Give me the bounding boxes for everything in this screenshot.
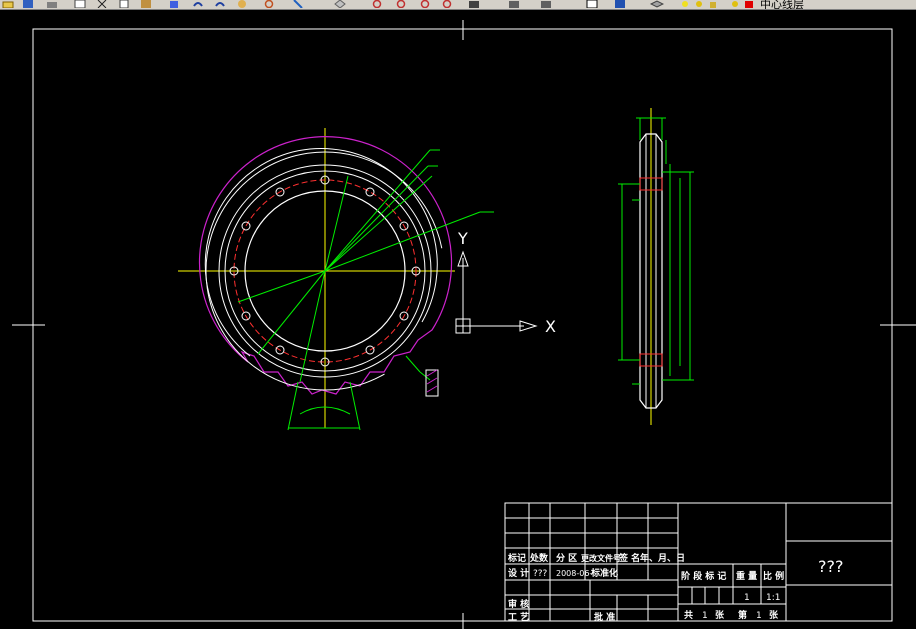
tb-header-count: 处数 bbox=[529, 552, 549, 564]
help-icon[interactable] bbox=[614, 0, 626, 8]
tb-design-label: 设 计 bbox=[508, 567, 529, 579]
tb-process-label: 工 艺 bbox=[508, 611, 529, 623]
sprocket-front-view bbox=[178, 128, 494, 431]
layer-state-icon[interactable] bbox=[468, 0, 480, 8]
zoom-previous-icon[interactable] bbox=[334, 0, 346, 8]
layer-plot-icon[interactable] bbox=[730, 0, 740, 8]
tb-header-date: 年、月、日 bbox=[640, 552, 685, 564]
ucs-icon bbox=[455, 250, 538, 334]
properties-icon[interactable] bbox=[372, 0, 384, 8]
undo-icon[interactable] bbox=[192, 0, 204, 8]
match-properties-icon[interactable] bbox=[168, 0, 180, 8]
layer-freeze-icon[interactable] bbox=[694, 0, 704, 8]
cad-toolbar: 中心线层 bbox=[0, 0, 916, 10]
tb-designer: ??? bbox=[533, 569, 548, 579]
tb-scale-header: 比 例 bbox=[763, 570, 784, 582]
cut-icon[interactable] bbox=[96, 0, 108, 8]
tb-header-change-doc: 更改文件号 bbox=[581, 553, 621, 563]
tb-drawing-name: ??? bbox=[818, 557, 843, 576]
layer-lock-icon[interactable] bbox=[708, 0, 718, 8]
tb-scale: 1:1 bbox=[766, 593, 780, 603]
tool-palette-icon[interactable] bbox=[420, 0, 432, 8]
preview-icon[interactable] bbox=[74, 0, 86, 8]
table-icon[interactable] bbox=[586, 0, 598, 8]
ucs-y-label: Y bbox=[457, 229, 468, 248]
design-center-icon[interactable] bbox=[396, 0, 408, 8]
current-layer-name[interactable]: 中心线层 bbox=[760, 0, 804, 9]
tb-stage-header: 阶 段 标 记 bbox=[681, 570, 726, 582]
tb-standardize: 标准化 bbox=[590, 567, 618, 579]
tb-date: 2008-06- bbox=[556, 569, 592, 578]
tb-quantity: 1 bbox=[744, 593, 750, 603]
pan-icon[interactable] bbox=[236, 0, 248, 8]
tb-review-label: 审 核 bbox=[508, 598, 529, 610]
tb-sheet-unit: 张 bbox=[769, 609, 779, 621]
drawing-canvas[interactable]: Y X 标记 处数 分 区 更改文件号 签 名 年、月、日 设 计 ??? 20… bbox=[0, 10, 916, 629]
zoom-window-icon[interactable] bbox=[292, 0, 304, 8]
tb-sheet-no: 1 bbox=[756, 611, 762, 621]
layer-on-icon[interactable] bbox=[680, 0, 690, 8]
layer-color-icon bbox=[744, 0, 754, 8]
tb-sheets-total-label: 共 bbox=[684, 609, 693, 621]
open-icon[interactable] bbox=[2, 0, 14, 8]
print-icon[interactable] bbox=[46, 0, 58, 8]
tb-header-mark: 标记 bbox=[507, 552, 526, 564]
centering-marks bbox=[12, 20, 916, 629]
tb-weight-header: 重 量 bbox=[736, 570, 757, 582]
tb-sheet-no-label: 第 bbox=[738, 609, 747, 621]
layer-manager-icon[interactable] bbox=[442, 0, 454, 8]
copy-icon[interactable] bbox=[118, 0, 130, 8]
ucs-x-label: X bbox=[545, 317, 556, 336]
tb-sheets-unit: 张 bbox=[715, 609, 725, 621]
sprocket-side-view bbox=[618, 108, 694, 425]
save-icon[interactable] bbox=[22, 0, 34, 8]
redo-icon[interactable] bbox=[214, 0, 226, 8]
paste-icon[interactable] bbox=[140, 0, 152, 8]
layer-properties-icon[interactable] bbox=[650, 0, 664, 8]
dim-style-icon[interactable] bbox=[540, 0, 552, 8]
tb-header-sign: 签 名 bbox=[618, 552, 640, 564]
zoom-realtime-icon[interactable] bbox=[264, 0, 276, 8]
tb-header-zone: 分 区 bbox=[556, 552, 577, 564]
tb-approve-label: 批 准 bbox=[594, 611, 615, 623]
tb-sheets-total: 1 bbox=[702, 611, 708, 621]
text-style-icon[interactable] bbox=[508, 0, 520, 8]
